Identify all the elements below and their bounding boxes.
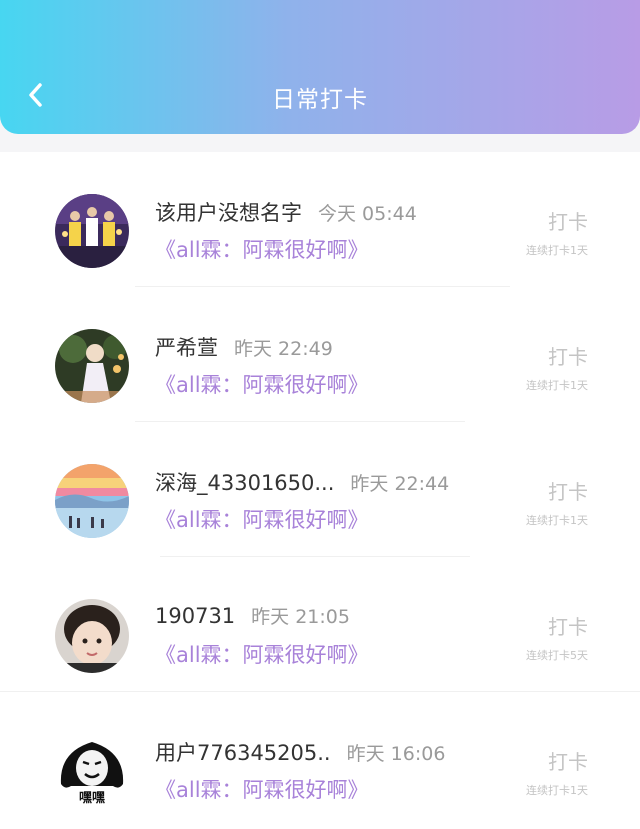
streak-label: 连续打卡5天: [526, 649, 588, 662]
streak-label: 连续打卡1天: [526, 784, 588, 797]
list-item[interactable]: 深海_43301650... 昨天 22:44 《all霖：阿霖很好啊》 打卡 连…: [0, 422, 640, 557]
avatar[interactable]: [55, 194, 129, 268]
username[interactable]: 190731: [155, 604, 235, 628]
timestamp: 今天 05:44: [318, 203, 417, 225]
username[interactable]: 该用户没想名字: [155, 201, 302, 225]
book-title-link[interactable]: 《all霖：阿霖很好啊》: [155, 234, 369, 264]
meme-caption: 嘿嘿: [79, 791, 105, 806]
avatar[interactable]: 嘿嘿: [55, 734, 129, 808]
streak-label: 连续打卡1天: [526, 514, 588, 527]
page-title: 日常打卡: [272, 87, 368, 113]
checkin-button[interactable]: 打卡: [548, 611, 588, 640]
checkin-button[interactable]: 打卡: [548, 746, 588, 775]
timestamp: 昨天 22:44: [350, 473, 450, 495]
checkin-button[interactable]: 打卡: [548, 341, 588, 370]
streak-label: 连续打卡1天: [526, 244, 588, 257]
timestamp: 昨天 16:06: [346, 743, 446, 765]
header-bar: 日常打卡: [0, 0, 640, 134]
timestamp: 昨天 21:05: [251, 606, 350, 628]
list-item[interactable]: 嘿嘿 用户776345205.. 昨天 16:06 《all霖：阿霖很好啊》 打卡…: [0, 692, 640, 827]
avatar[interactable]: [55, 464, 129, 538]
list-item[interactable]: 严希萱 昨天 22:49 《all霖：阿霖很好啊》 打卡 连续打卡1天: [0, 287, 640, 422]
book-title-link[interactable]: 《all霖：阿霖很好啊》: [155, 504, 369, 534]
streak-label: 连续打卡1天: [526, 379, 588, 392]
book-title-link[interactable]: 《all霖：阿霖很好啊》: [155, 369, 369, 399]
username[interactable]: 深海_43301650...: [155, 471, 334, 495]
book-title-link[interactable]: 《all霖：阿霖很好啊》: [155, 639, 369, 669]
checkin-button[interactable]: 打卡: [548, 476, 588, 505]
book-title-link[interactable]: 《all霖：阿霖很好啊》: [155, 774, 369, 804]
list-item[interactable]: 190731 昨天 21:05 《all霖：阿霖很好啊》 打卡 连续打卡5天: [0, 557, 640, 692]
timestamp: 昨天 22:49: [234, 338, 333, 360]
checkin-list: 该用户没想名字 今天 05:44 《all霖：阿霖很好啊》 打卡 连续打卡1天 严…: [0, 152, 640, 829]
username[interactable]: 用户776345205..: [155, 741, 331, 765]
checkin-button[interactable]: 打卡: [548, 206, 588, 235]
username[interactable]: 严希萱: [155, 336, 218, 360]
avatar[interactable]: [55, 599, 129, 673]
list-item[interactable]: 该用户没想名字 今天 05:44 《all霖：阿霖很好啊》 打卡 连续打卡1天: [0, 152, 640, 287]
avatar[interactable]: [55, 329, 129, 403]
